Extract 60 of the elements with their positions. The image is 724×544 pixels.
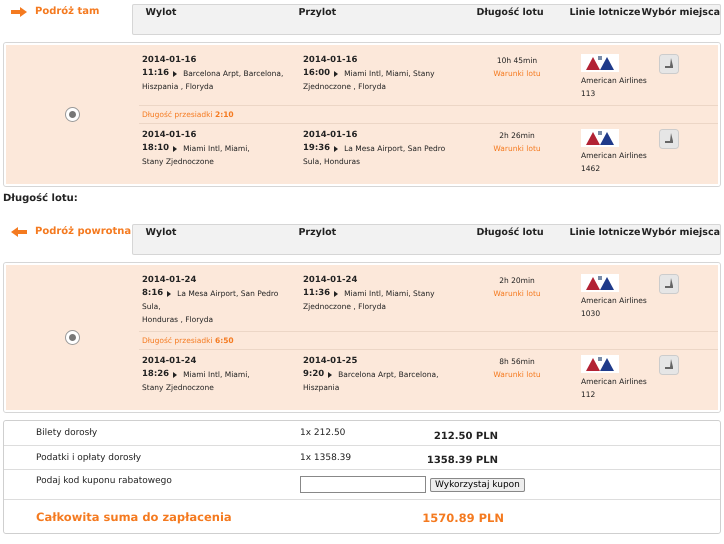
total-amount: 1570.89 PLN [421, 511, 504, 525]
departure-date: 2014-01-16 [142, 129, 196, 142]
departure-time: 18:26 [142, 368, 170, 381]
price-label: Podatki i opłaty dorosły [36, 452, 142, 462]
triangle-icon [334, 146, 338, 152]
airline-logo [581, 274, 619, 292]
triangle-icon [173, 146, 178, 152]
column-header: Przylot [298, 227, 338, 240]
departure-time: 11:16 [142, 67, 170, 80]
coupon-field[interactable] [300, 476, 426, 493]
price-amount: 1358.39 PLN [426, 455, 498, 466]
arrow-right-icon [11, 6, 27, 16]
radio-button[interactable] [65, 330, 80, 345]
column-header: Długość lotu [476, 7, 545, 20]
total-label: Całkowita suma do zapłacenia [36, 510, 233, 524]
departure-date: 2014-01-16 [142, 54, 196, 67]
unit-price: 1x 1358.39 [300, 452, 352, 462]
triangle-icon [328, 372, 332, 378]
arrival-date: 2014-01-24 [303, 274, 358, 287]
column-header: Linie lotnicze [569, 7, 642, 20]
seat-icon[interactable] [659, 355, 679, 375]
price-label: Bilety dorosły [36, 428, 98, 438]
triangle-icon [173, 372, 178, 378]
triangle-icon [173, 70, 178, 76]
column-header: Wylot [145, 7, 178, 20]
flight-length-label: Długość lotu: [3, 193, 79, 204]
arrival-date: 2014-01-25 [303, 355, 358, 368]
airline-logo [581, 355, 619, 373]
arrow-left-icon [11, 226, 27, 236]
price-amount: 212.50 PLN [432, 430, 498, 442]
section-title: Podróż powrotna [35, 226, 132, 237]
arrival-date: 2014-01-16 [303, 129, 358, 142]
departure-date: 2014-01-24 [142, 355, 196, 368]
apply-coupon-button[interactable]: Wykorzystaj kupon [430, 478, 525, 492]
airline-logo [581, 54, 619, 72]
triangle-icon [334, 290, 338, 296]
triangle-icon [167, 290, 172, 296]
departure-time: 8:16 [142, 287, 164, 300]
arrival-time: 19:36 [303, 142, 330, 155]
radio-button[interactable] [65, 107, 80, 122]
departure-time: 18:10 [142, 142, 170, 155]
airline-logo [581, 129, 619, 147]
seat-icon[interactable] [659, 274, 679, 294]
departure-date: 2014-01-24 [142, 274, 196, 287]
column-header: Przylot [298, 7, 338, 20]
arrival-time: 16:00 [303, 67, 330, 80]
arrival-date: 2014-01-16 [303, 54, 358, 67]
unit-price: 1x 212.50 [300, 428, 346, 438]
column-header: Długość lotu [476, 227, 545, 240]
seat-icon[interactable] [659, 129, 679, 149]
seat-icon[interactable] [659, 54, 679, 74]
column-header: Linie lotnicze [569, 227, 642, 240]
coupon-label: Podaj kod kuponu rabatowego [36, 475, 173, 486]
column-header: Wybór miejsca [641, 7, 720, 20]
triangle-icon [334, 70, 338, 76]
section-title: Podróż tam [35, 6, 100, 17]
column-header: Wybór miejsca [641, 227, 720, 240]
column-header: Wylot [145, 227, 178, 240]
arrival-time: 9:20 [303, 368, 324, 381]
arrival-time: 11:36 [303, 287, 330, 300]
